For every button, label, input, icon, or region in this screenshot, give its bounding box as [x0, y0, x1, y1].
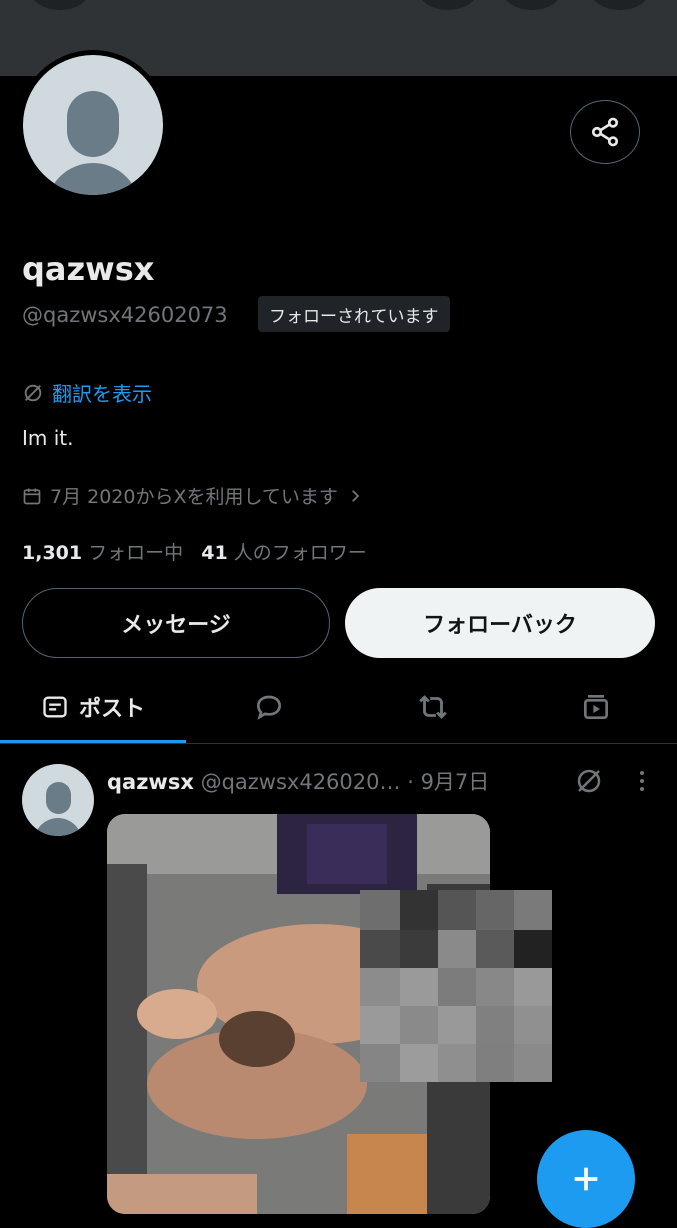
tab-media[interactable] [514, 672, 677, 742]
translate-icon [577, 769, 601, 793]
back-button-stub[interactable] [30, 0, 90, 10]
profile-handle: @qazwsx42602073 [22, 303, 228, 327]
default-avatar-icon [23, 55, 163, 195]
post-separator: · [407, 770, 414, 794]
tabs-divider [0, 743, 677, 744]
post-header: qazwsx @qazwsx426020… · 9月7日 [107, 766, 489, 796]
followers-count: 41 [201, 542, 228, 564]
chevron-right-icon [352, 489, 360, 502]
reposts-tab-icon [419, 695, 447, 719]
header-action-stub[interactable] [590, 0, 650, 10]
tab-posts[interactable]: ポスト [0, 672, 186, 742]
post-author-handle[interactable]: @qazwsx426020… [201, 770, 401, 794]
censor-mosaic [360, 890, 552, 1082]
follow-stats: 1,301 フォロー中 41 人のフォロワー [22, 538, 367, 565]
header-action-stub[interactable] [418, 0, 478, 10]
media-tab-icon [583, 695, 608, 719]
post-translate-button[interactable] [574, 766, 604, 800]
header-action-stub[interactable] [502, 0, 562, 10]
post-date[interactable]: 9月7日 [421, 770, 490, 794]
compose-plus-icon [574, 1167, 598, 1191]
following-link[interactable]: 1,301 フォロー中 [22, 542, 183, 564]
tab-posts-label: ポスト [78, 697, 145, 722]
share-button[interactable] [570, 100, 640, 164]
translate-icon [24, 384, 42, 401]
replies-tab-icon [256, 695, 282, 720]
followers-label: 人のフォロワー [233, 542, 367, 564]
followers-link[interactable]: 41 人のフォロワー [201, 542, 367, 564]
following-label: フォロー中 [88, 542, 184, 564]
translate-label: 翻訳を表示 [52, 382, 152, 406]
follows-you-badge: フォローされています [258, 296, 450, 332]
following-count: 1,301 [22, 542, 83, 564]
post-avatar[interactable] [22, 764, 94, 836]
more-vertical-icon [640, 771, 644, 791]
tab-replies[interactable] [186, 672, 352, 742]
calendar-icon [23, 488, 41, 504]
post-more-button[interactable] [632, 768, 652, 800]
post-author-name[interactable]: qazwsx [107, 770, 194, 794]
profile-tabs: ポスト [0, 672, 677, 742]
follow-back-button[interactable]: フォローバック [345, 588, 655, 658]
profile-avatar[interactable] [18, 50, 168, 200]
message-button[interactable]: メッセージ [22, 588, 330, 658]
profile-bio: Im it. [22, 426, 74, 450]
compose-button[interactable] [537, 1130, 635, 1228]
posts-tab-icon [43, 696, 67, 718]
translate-bio-link[interactable]: 翻訳を表示 [22, 378, 152, 407]
share-icon [591, 117, 619, 147]
joined-label: 7月 2020からXを利用しています [50, 486, 338, 508]
profile-name: qazwsx [22, 250, 155, 288]
tab-reposts[interactable] [352, 672, 514, 742]
joined-date[interactable]: 7月 2020からXを利用しています [22, 482, 364, 509]
